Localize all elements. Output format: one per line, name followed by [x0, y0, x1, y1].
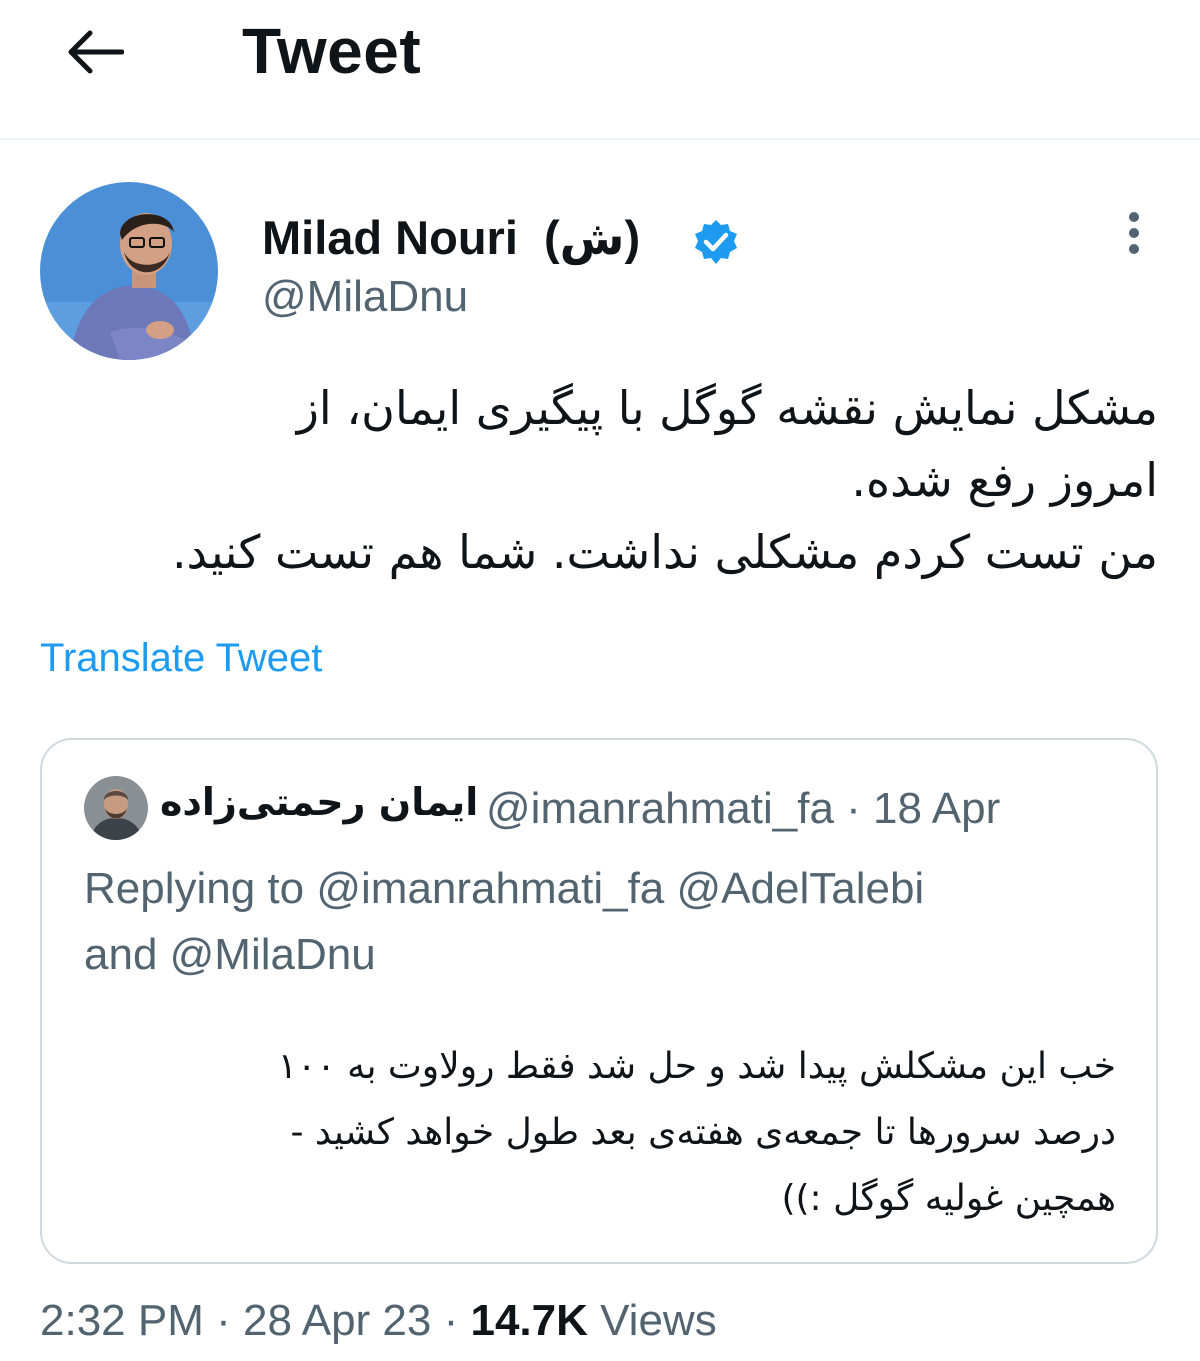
tweet-line: من تست کردم مشکلی نداشت. شما هم تست کنید… [171, 525, 1158, 579]
tweet-meta: 2:32 PM · 28 Apr 23 · 14.7K Views [40, 1296, 717, 1346]
quoted-author-avatar[interactable] [84, 776, 148, 840]
back-button[interactable] [60, 20, 130, 84]
meta-separator: · [431, 1296, 471, 1345]
tweet-text: مشکل نمایش نقشه گوگل با پیگیری ایمان، از… [48, 372, 1158, 588]
author-name[interactable]: Milad Nouri (ش) [262, 210, 640, 266]
tweet-line: امروز رفع شده. [851, 453, 1158, 507]
tweet-time[interactable]: 2:32 PM [40, 1296, 204, 1345]
replying-to: Replying to @imanrahmati_fa @AdelTalebi … [84, 856, 1124, 988]
quoted-tweet-line: درصد سرورها تا جمعه‌ی هفته‌ی بعد طول خوا… [290, 1112, 1117, 1153]
quoted-tweet-line: همچین غولیه گوگل :)) [781, 1178, 1116, 1219]
replying-to-line: Replying to @imanrahmati_fa @AdelTalebi [84, 864, 925, 913]
views-label: Views [587, 1296, 717, 1345]
arrow-left-icon [68, 30, 124, 74]
verified-badge-icon [695, 220, 737, 264]
translate-tweet-link[interactable]: Translate Tweet [40, 636, 322, 681]
tweet-line: مشکل نمایش نقشه گوگل با پیگیری ایمان، از [296, 381, 1158, 435]
quoted-tweet-text: خب این مشکلش پیدا شد و حل شد فقط رولاوت … [86, 1034, 1116, 1232]
more-vertical-icon [1129, 212, 1139, 254]
quoted-tweet-card[interactable]: ایمان رحمتی‌زاده @imanrahmati_fa · 18 Ap… [40, 738, 1158, 1264]
author-avatar[interactable] [40, 182, 218, 360]
replying-to-line: and @MilaDnu [84, 930, 376, 979]
top-bar: Tweet [0, 0, 1200, 140]
meta-separator: · [203, 1296, 243, 1345]
page-title: Tweet [242, 15, 422, 87]
tweet-date[interactable]: 28 Apr 23 [243, 1296, 431, 1345]
views-count[interactable]: 14.7K [470, 1296, 587, 1345]
quoted-author-meta: @imanrahmati_fa · 18 Apr [486, 784, 1001, 833]
author-handle[interactable]: @MilaDnu [262, 272, 468, 322]
quoted-tweet-line: خب این مشکلش پیدا شد و حل شد فقط رولاوت … [277, 1046, 1116, 1087]
quoted-author-name: ایمان رحمتی‌زاده [160, 780, 479, 824]
more-options-button[interactable] [1112, 208, 1156, 264]
